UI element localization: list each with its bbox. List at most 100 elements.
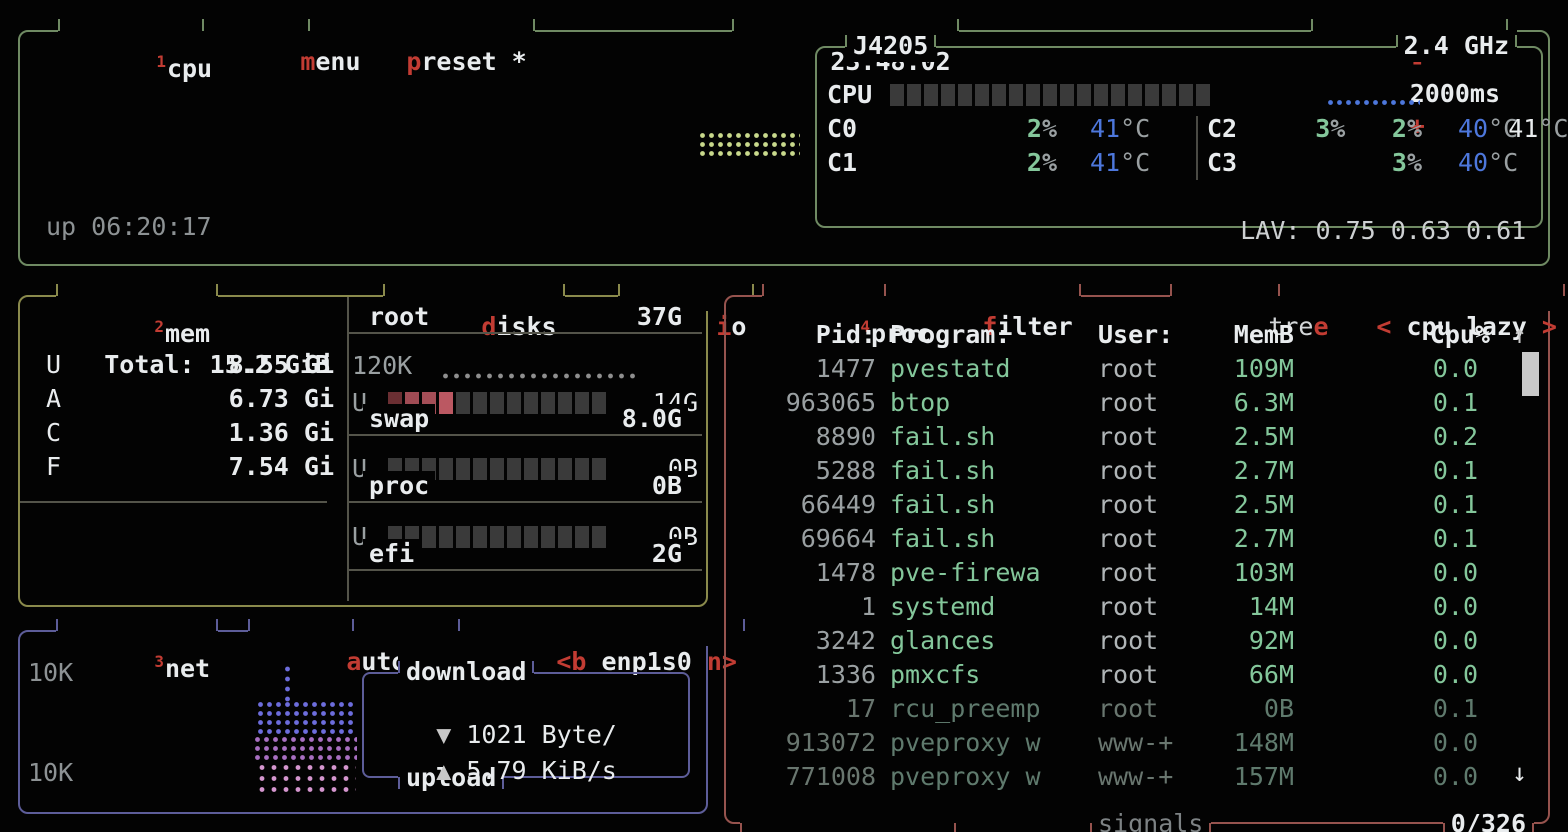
process-cpu-graph bbox=[1312, 472, 1396, 481]
net-scale-bottom: 10K bbox=[28, 756, 73, 790]
meter-segment bbox=[1162, 84, 1176, 106]
meter-segment bbox=[507, 392, 521, 414]
meter-segment bbox=[958, 84, 972, 106]
mem-row-label: A bbox=[46, 382, 61, 416]
process-mem: 92M bbox=[1180, 624, 1294, 658]
process-row[interactable]: 1478pve-firewaroot103M0.0 bbox=[724, 556, 1546, 590]
preset-label: reset * bbox=[421, 47, 526, 76]
mem-row-value: 8.55 Gi bbox=[150, 348, 334, 382]
process-name: fail.sh bbox=[890, 522, 995, 556]
process-pid: 17 bbox=[760, 692, 876, 726]
filter-button[interactable]: filter bbox=[884, 279, 1081, 311]
disk-separator-line bbox=[347, 332, 702, 334]
process-mem: 2.7M bbox=[1180, 522, 1294, 556]
column-header-mem[interactable]: MemB bbox=[1180, 318, 1294, 352]
process-mem: 2.5M bbox=[1180, 488, 1294, 522]
core-percent: 3% bbox=[1360, 146, 1422, 180]
process-cpu: 0.1 bbox=[1390, 386, 1478, 420]
net-interface-selector[interactable]: <b enp1s0 n> bbox=[458, 614, 745, 646]
process-cpu-graph bbox=[1312, 608, 1396, 617]
cpu-box-number: 1 bbox=[156, 52, 166, 71]
meter-segment bbox=[558, 526, 572, 548]
meter-segment bbox=[1196, 84, 1210, 106]
process-name: pvestatd bbox=[890, 352, 1010, 386]
net-box-title-label: net bbox=[165, 654, 210, 683]
process-row[interactable]: 3242glancesroot92M0.0 bbox=[724, 624, 1546, 658]
column-header-program[interactable]: Program: bbox=[890, 318, 1010, 352]
process-user: root bbox=[1098, 352, 1158, 386]
process-user: root bbox=[1098, 488, 1158, 522]
meter-segment bbox=[490, 392, 504, 414]
process-user: www-+ bbox=[1098, 726, 1173, 760]
sort-next-button[interactable]: > bbox=[1542, 312, 1557, 341]
process-pid: 1478 bbox=[760, 556, 876, 590]
process-name: fail.sh bbox=[890, 454, 995, 488]
signals-button[interactable]: signals bbox=[1090, 808, 1211, 832]
upload-speed: ▲ 5.79 KiB/s bbox=[376, 720, 617, 822]
process-cpu-graph bbox=[1312, 642, 1396, 651]
core-percent: 2% bbox=[995, 146, 1057, 180]
btop-terminal: 1cpu menu preset * 23:48:02 - 2000ms + u… bbox=[0, 0, 1568, 832]
process-row[interactable]: 1336pmxcfsroot66M0.0 bbox=[724, 658, 1546, 692]
process-cpu: 0.0 bbox=[1390, 352, 1478, 386]
process-cpu: 0.0 bbox=[1390, 556, 1478, 590]
meter-segment bbox=[524, 392, 538, 414]
meter-segment bbox=[1094, 84, 1108, 106]
process-pid: 1477 bbox=[760, 352, 876, 386]
process-row[interactable]: 5288fail.shroot2.7M0.1 bbox=[724, 454, 1546, 488]
preset-button[interactable]: preset * bbox=[308, 14, 535, 46]
column-header-user[interactable]: User: bbox=[1098, 318, 1173, 352]
cpu-frequency-label: 2.4 GHz bbox=[1396, 30, 1517, 62]
process-mem: 14M bbox=[1180, 590, 1294, 624]
column-header-pid[interactable]: Pid: bbox=[760, 318, 876, 352]
process-row[interactable]: 1477pvestatdroot109M0.0 bbox=[724, 352, 1546, 386]
meter-segment bbox=[473, 458, 487, 480]
process-name: pveproxy w bbox=[890, 726, 1041, 760]
mem-row-value: 7.54 Gi bbox=[150, 450, 334, 484]
process-cpu-graph bbox=[1312, 438, 1396, 447]
meter-segment bbox=[558, 458, 572, 480]
core-label: C0 bbox=[827, 112, 857, 146]
process-user: root bbox=[1098, 454, 1158, 488]
meter-segment bbox=[507, 458, 521, 480]
process-row[interactable]: 771008pveproxy wwww-+157M0.0 bbox=[724, 760, 1546, 794]
process-mem: 157M bbox=[1180, 760, 1294, 794]
process-pid: 66449 bbox=[760, 488, 876, 522]
mem-row-label: U bbox=[46, 348, 61, 382]
process-name: rcu_preemp bbox=[890, 692, 1041, 726]
process-row[interactable]: 17rcu_preemproot0B0.1 bbox=[724, 692, 1546, 726]
process-cpu: 0.0 bbox=[1390, 726, 1478, 760]
process-user: root bbox=[1098, 556, 1158, 590]
process-row[interactable]: 8890fail.shroot2.5M0.2 bbox=[724, 420, 1546, 454]
disk-separator-line bbox=[347, 501, 702, 503]
core-temp: 40°C bbox=[1458, 146, 1518, 180]
selection-count: 0/326 bbox=[1443, 808, 1534, 832]
process-row[interactable]: 69664fail.shroot2.7M0.1 bbox=[724, 522, 1546, 556]
disk-size: 2G bbox=[646, 539, 688, 569]
process-cpu-graph bbox=[1312, 778, 1396, 787]
disk-entry-root: root 37G bbox=[347, 317, 702, 349]
meter-segment bbox=[907, 84, 921, 106]
process-row[interactable]: 66449fail.shroot2.5M0.1 bbox=[724, 488, 1546, 522]
download-graph bbox=[256, 700, 356, 736]
disk-entry-swap: swap 8.0G bbox=[347, 419, 702, 451]
process-name: fail.sh bbox=[890, 488, 995, 522]
cpu-box-title: 1cpu bbox=[58, 14, 220, 46]
mem-row-label: F bbox=[46, 450, 61, 484]
process-user: root bbox=[1098, 624, 1158, 658]
core-usage-graph bbox=[884, 126, 984, 142]
process-row[interactable]: 1systemdroot14M0.0 bbox=[724, 590, 1546, 624]
column-header-cpu[interactable]: Cpu% bbox=[1390, 318, 1490, 352]
process-mem: 2.7M bbox=[1180, 454, 1294, 488]
process-pid: 771008 bbox=[760, 760, 876, 794]
core-temp: 40°C bbox=[1458, 112, 1518, 146]
meter-segment bbox=[1145, 84, 1159, 106]
process-user: root bbox=[1098, 692, 1158, 726]
process-row[interactable]: 913072pveproxy wwww-+148M0.0 bbox=[724, 726, 1546, 760]
upload-graph bbox=[256, 762, 356, 792]
process-row[interactable]: 963065btoproot6.3M0.1 bbox=[724, 386, 1546, 420]
process-name: systemd bbox=[890, 590, 995, 624]
cpu-usage-graph bbox=[698, 131, 800, 157]
meter-segment bbox=[422, 526, 436, 548]
scroll-up-arrow[interactable]: ↑ bbox=[1512, 318, 1527, 352]
